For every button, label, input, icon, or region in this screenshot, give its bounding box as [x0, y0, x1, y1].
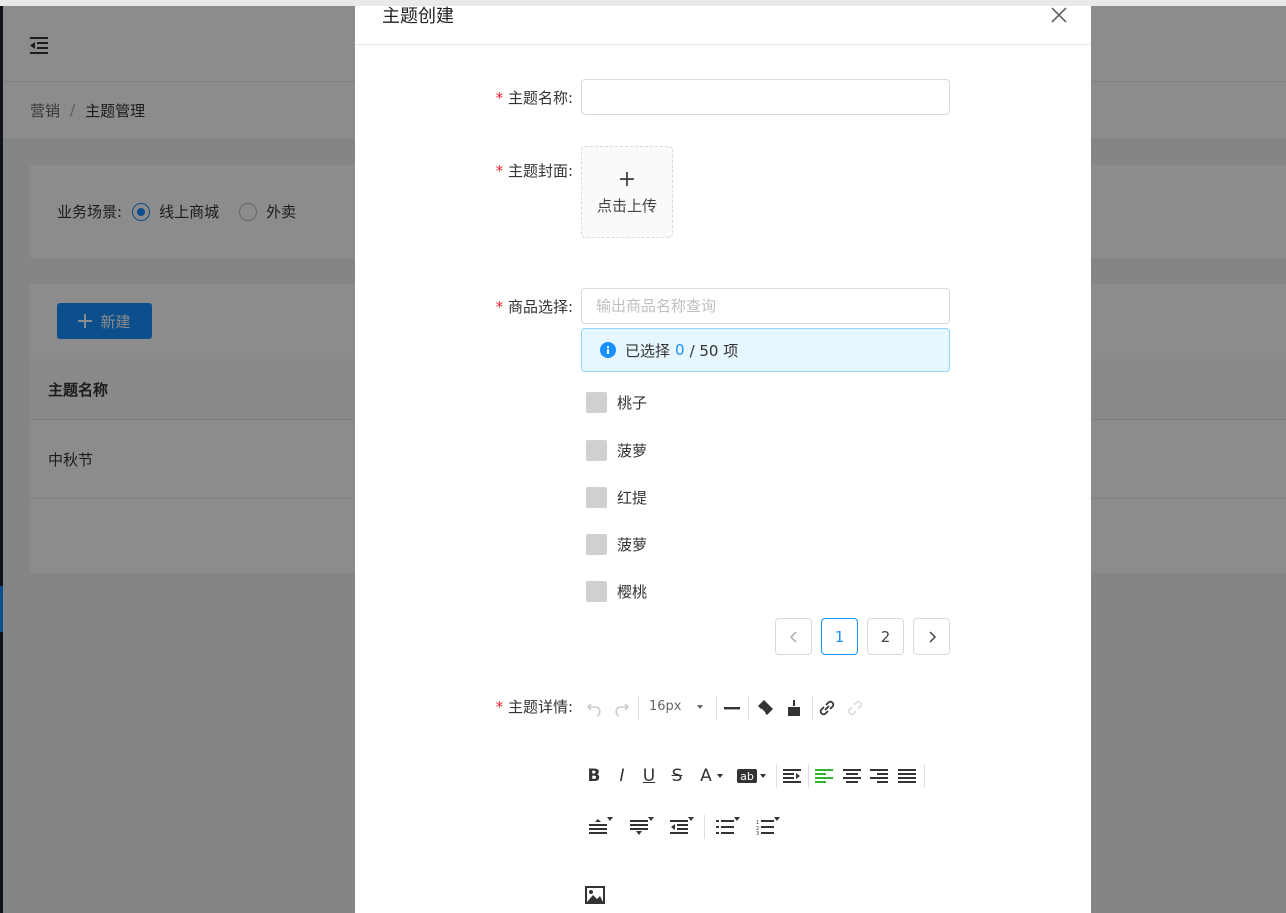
pagination-next-button[interactable]: [913, 618, 950, 655]
align-center-icon[interactable]: [841, 765, 863, 787]
unlink-icon[interactable]: [844, 697, 866, 719]
goods-name: 菠萝: [617, 442, 648, 460]
goods-item[interactable]: 菠萝: [586, 534, 647, 555]
close-icon[interactable]: [1050, 6, 1068, 24]
alert-prefix: 已选择: [625, 341, 671, 360]
goods-item[interactable]: 樱桃: [586, 581, 647, 602]
modal-header: 主题创建: [355, 6, 1091, 45]
selected-count: 0: [675, 341, 685, 359]
background-color-icon[interactable]: ab: [735, 765, 769, 787]
modal-title: 主题创建: [382, 6, 454, 27]
font-color-icon[interactable]: A: [695, 765, 729, 787]
font-size-value: 16px: [649, 699, 682, 714]
required-mark: *: [494, 298, 504, 316]
image-icon[interactable]: [584, 884, 606, 906]
cover-upload[interactable]: + 点击上传: [581, 146, 673, 238]
plus-icon: +: [617, 167, 637, 192]
eraser-icon[interactable]: [755, 697, 777, 719]
pagination-page-2[interactable]: 2: [867, 618, 904, 655]
selection-count-alert: 已选择 0 / 50 项: [581, 328, 950, 372]
align-left-icon[interactable]: [813, 765, 835, 787]
underline-icon[interactable]: U: [639, 765, 659, 787]
pagination-page-1[interactable]: 1: [821, 618, 858, 655]
required-mark: *: [494, 698, 504, 716]
upload-text: 点击上传: [596, 197, 657, 215]
theme-cover-label-text: 主题封面:: [507, 162, 573, 180]
goods-item[interactable]: 红提: [586, 487, 647, 508]
theme-create-modal: 主题创建 *主题名称: *主题封面: + 点击上传 *商品选择: 已选择 0 /…: [355, 6, 1091, 913]
outdent-icon[interactable]: [665, 816, 699, 838]
theme-name-input[interactable]: [581, 79, 950, 115]
toolbar-divider: [808, 764, 809, 788]
toolbar-divider: [812, 696, 813, 720]
goods-name: 红提: [617, 489, 648, 507]
goods-select-label-text: 商品选择:: [507, 298, 573, 316]
theme-cover-label: * 主题封面:: [495, 160, 573, 181]
link-icon[interactable]: [816, 697, 838, 719]
svg-text:3: 3: [756, 831, 759, 835]
goods-search-input[interactable]: [581, 288, 950, 324]
italic-icon[interactable]: I: [612, 765, 632, 787]
horizontal-line-icon[interactable]: [722, 697, 742, 719]
goods-name: 桃子: [617, 394, 648, 412]
toolbar-divider: [924, 764, 925, 788]
goods-item[interactable]: 菠萝: [586, 440, 647, 461]
checkbox[interactable]: [586, 534, 607, 555]
theme-detail-label: * 主题详情:: [495, 696, 573, 717]
checkbox[interactable]: [586, 581, 607, 602]
alert-suffix: / 50 项: [689, 341, 739, 360]
undo-icon[interactable]: [585, 697, 605, 719]
theme-name-label: * 主题名称:: [495, 87, 573, 108]
required-mark: *: [494, 162, 504, 180]
pagination-prev-button[interactable]: [775, 618, 812, 655]
align-justify-icon[interactable]: [896, 765, 918, 787]
toolbar-divider: [716, 696, 717, 720]
toolbar-divider: [704, 815, 705, 839]
chevron-left-icon: [789, 630, 797, 643]
svg-text:ab: ab: [740, 770, 754, 783]
goods-name: 樱桃: [617, 583, 648, 601]
ordered-list-icon[interactable]: 123: [751, 816, 785, 838]
bullet-list-icon[interactable]: [711, 816, 745, 838]
info-icon: [600, 342, 616, 358]
checkbox[interactable]: [586, 440, 607, 461]
indent-icon[interactable]: [781, 765, 803, 787]
caret-down-icon: [696, 704, 703, 709]
align-right-icon[interactable]: [868, 765, 890, 787]
goods-item[interactable]: 桃子: [586, 392, 647, 413]
redo-icon[interactable]: [611, 697, 631, 719]
theme-detail-label-text: 主题详情:: [507, 698, 573, 716]
toolbar-divider: [776, 764, 777, 788]
checkbox[interactable]: [586, 392, 607, 413]
line-height-icon[interactable]: [584, 816, 618, 838]
format-painter-icon[interactable]: [783, 697, 805, 719]
toolbar-divider: [748, 696, 749, 720]
chevron-right-icon: [928, 630, 936, 643]
required-mark: *: [494, 89, 504, 107]
toolbar-divider: [638, 696, 639, 720]
strikethrough-icon[interactable]: S: [667, 765, 687, 787]
checkbox[interactable]: [586, 487, 607, 508]
paragraph-spacing-icon[interactable]: [625, 816, 659, 838]
theme-name-label-text: 主题名称:: [507, 89, 573, 107]
bold-icon[interactable]: B: [584, 765, 604, 787]
goods-name: 菠萝: [617, 536, 648, 554]
font-size-select[interactable]: 16px: [649, 699, 704, 714]
goods-select-label: * 商品选择:: [495, 296, 573, 317]
